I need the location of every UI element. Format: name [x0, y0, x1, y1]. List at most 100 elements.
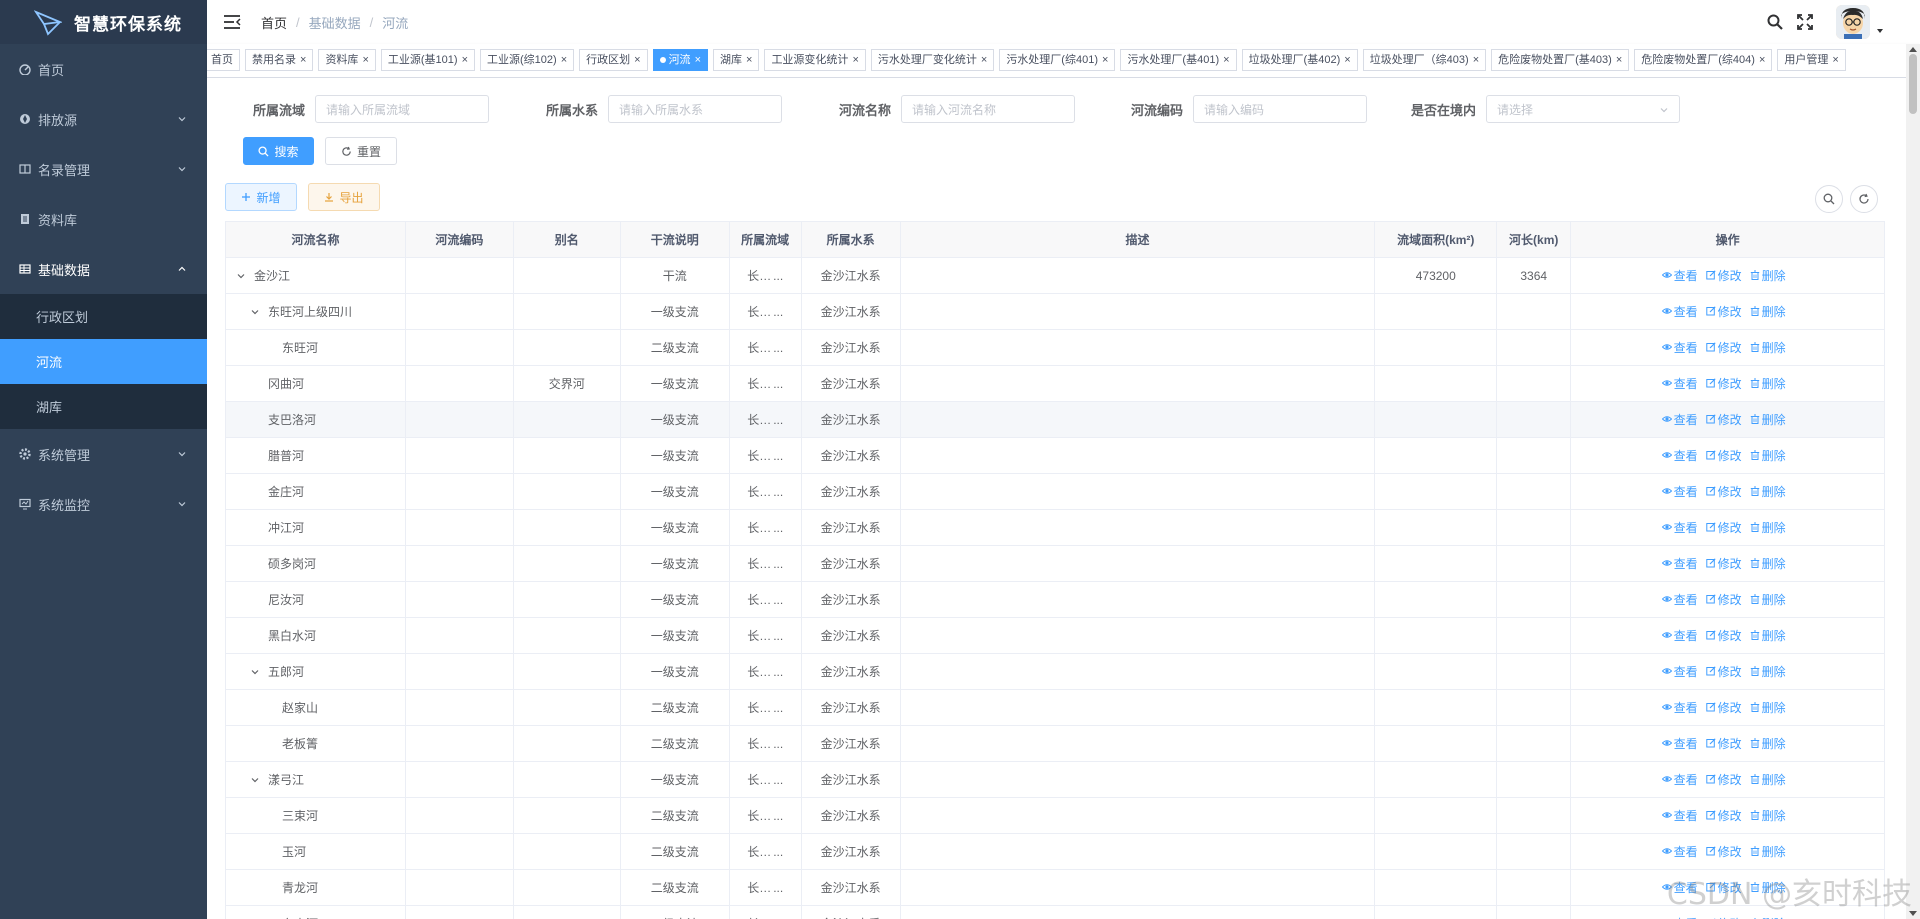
close-icon[interactable]: × — [300, 50, 306, 70]
tab-tag[interactable]: 禁用名录 × — [245, 49, 314, 71]
table-row[interactable]: 东山河 二级支流长江流域...金沙江水系查看 修改 删除 — [226, 906, 1885, 919]
edit-button[interactable]: 修改 — [1705, 843, 1742, 860]
chevron-down-icon[interactable] — [236, 271, 246, 281]
delete-button[interactable]: 删除 — [1750, 447, 1786, 464]
breadcrumb-home[interactable]: 首页 — [261, 13, 287, 32]
table-row[interactable]: 金庄河一级支流长江流域...金沙江水系查看修改删除 — [226, 474, 1885, 510]
edit-button[interactable]: 修改 — [1705, 663, 1742, 680]
table-row[interactable]: 老板箐二级支流长江流域...金沙江水系查看修改删除 — [226, 726, 1885, 762]
delete-button[interactable]: 删除 — [1750, 555, 1786, 572]
inside-select[interactable]: 请选择 — [1486, 95, 1681, 123]
edit-button[interactable]: 修改 — [1705, 447, 1742, 464]
table-row[interactable]: 青龙河二级支流长江流域...金沙江水系查看修改删除 — [226, 870, 1885, 906]
view-button[interactable]: 查看 — [1661, 807, 1698, 824]
hamburger-icon[interactable] — [223, 14, 241, 30]
tab-tag[interactable]: 工业源变化统计 × — [764, 49, 866, 71]
tab-tag[interactable]: 垃圾处理厂（综403) × — [1362, 49, 1487, 71]
delete-button[interactable]: 删除 — [1750, 771, 1786, 788]
table-row[interactable]: 黑白水河一级支流长江流域...金沙江水系查看修改删除 — [226, 618, 1885, 654]
table-row[interactable]: 硕多岗河一级支流长江流域...金沙江水系查看修改删除 — [226, 546, 1885, 582]
table-row[interactable]: 东旺河二级支流长江流域...金沙江水系查看修改删除 — [226, 330, 1885, 366]
table-row[interactable]: 东旺河上级四川一级支流长江流域...金沙江水系查看修改删除 — [226, 294, 1885, 330]
table-row[interactable]: 五郎河一级支流长江流域...金沙江水系查看修改删除 — [226, 654, 1885, 690]
view-button[interactable]: 查看 — [1661, 627, 1698, 644]
edit-button[interactable]: 修改 — [1705, 519, 1742, 536]
sidebar-item-library[interactable]: 资料库 — [0, 194, 207, 244]
tab-tag[interactable]: 垃圾处理厂(基402) × — [1241, 49, 1358, 71]
tab-tag[interactable]: 污水处理厂变化统计 × — [870, 49, 995, 71]
logo[interactable]: 智慧环保系统 — [0, 0, 207, 44]
tab-tag[interactable]: 危险废物处置厂(综404) × — [1634, 49, 1773, 71]
scrollbar-thumb[interactable] — [1909, 54, 1917, 114]
chevron-down-icon[interactable] — [250, 775, 260, 785]
sidebar-subitem-region[interactable]: 行政区划 — [0, 294, 207, 339]
table-row[interactable]: 冲江河一级支流长江流域...金沙江水系查看修改删除 — [226, 510, 1885, 546]
delete-button[interactable]: 删除 — [1750, 591, 1786, 608]
tab-tag[interactable]: 湖库 × — [713, 49, 760, 71]
sidebar-item-directory[interactable]: 名录管理 — [0, 144, 207, 194]
edit-button[interactable]: 修改 — [1705, 699, 1742, 716]
edit-button[interactable]: 修改 — [1705, 627, 1742, 644]
table-row[interactable]: 三束河二级支流长江流域...金沙江水系查看修改删除 — [226, 798, 1885, 834]
close-icon[interactable]: × — [561, 50, 567, 70]
edit-button[interactable]: 修改 — [1705, 555, 1742, 572]
scroll-up-icon[interactable] — [1909, 46, 1917, 52]
close-icon[interactable]: × — [695, 50, 701, 70]
sidebar-item-monitor[interactable]: 系统监控 — [0, 479, 207, 529]
sidebar-item-emission[interactable]: 排放源 — [0, 94, 207, 144]
delete-button[interactable]: 删除 — [1750, 267, 1786, 284]
page-scrollbar[interactable] — [1906, 44, 1920, 919]
toggle-search-button[interactable] — [1815, 185, 1843, 213]
close-icon[interactable]: × — [1344, 50, 1350, 70]
tab-tag[interactable]: 工业源(基101) × — [380, 49, 475, 71]
sidebar-subitem-river[interactable]: 河流 — [0, 339, 207, 384]
edit-button[interactable]: 修改 — [1705, 591, 1742, 608]
table-row[interactable]: 冈曲河交界河一级支流长江流域...金沙江水系查看修改删除 — [226, 366, 1885, 402]
sidebar-item-home[interactable]: 首页 — [0, 44, 207, 94]
search-icon[interactable] — [1766, 13, 1784, 31]
avatar[interactable] — [1836, 5, 1870, 39]
close-icon[interactable]: × — [362, 50, 368, 70]
edit-button[interactable]: 修改 — [1705, 267, 1742, 284]
view-button[interactable]: 查看 — [1661, 483, 1698, 500]
close-icon[interactable]: × — [1832, 50, 1838, 70]
view-button[interactable]: 查看 — [1661, 699, 1698, 716]
sidebar-subitem-lake[interactable]: 湖库 — [0, 384, 207, 429]
view-button[interactable]: 查看 — [1661, 303, 1698, 320]
chevron-down-icon[interactable] — [250, 667, 260, 677]
add-button[interactable]: 新增 — [225, 183, 297, 211]
edit-button[interactable]: 修改 — [1705, 807, 1742, 824]
view-button[interactable]: 查看 — [1661, 375, 1698, 392]
edit-button[interactable]: 修改 — [1705, 339, 1742, 356]
view-button[interactable]: 查看 — [1661, 555, 1698, 572]
reset-button[interactable]: 重置 — [325, 137, 397, 165]
view-button[interactable]: 查看 — [1661, 267, 1698, 284]
table-row[interactable]: 尼汝河一级支流长江流域...金沙江水系查看修改删除 — [226, 582, 1885, 618]
delete-button[interactable]: 删除 — [1750, 807, 1786, 824]
close-icon[interactable]: × — [634, 50, 640, 70]
delete-button[interactable]: 删除 — [1750, 303, 1786, 320]
tab-tag[interactable]: 资料库 × — [318, 49, 376, 71]
tab-tag[interactable]: 污水处理厂(基401) × — [1120, 49, 1237, 71]
close-icon[interactable]: × — [746, 50, 752, 70]
close-icon[interactable]: × — [981, 50, 987, 70]
view-button[interactable]: 查看 — [1661, 771, 1698, 788]
delete-button[interactable]: 删除 — [1750, 411, 1786, 428]
tab-tag[interactable]: 污水处理厂(综401) × — [999, 49, 1116, 71]
delete-button[interactable]: 删除 — [1750, 339, 1786, 356]
view-button[interactable]: 查看 — [1661, 339, 1698, 356]
close-icon[interactable]: × — [1102, 50, 1108, 70]
view-button[interactable]: 查看 — [1662, 915, 1698, 919]
search-button[interactable]: 搜索 — [243, 137, 314, 165]
table-row[interactable]: 支巴洛河一级支流长江流域...金沙江水系查看修改删除 — [226, 402, 1885, 438]
basin-input[interactable]: 请输入所属流域 — [315, 95, 490, 123]
table-row[interactable]: 赵家山二级支流长江流域...金沙江水系查看修改删除 — [226, 690, 1885, 726]
close-icon[interactable]: × — [1473, 50, 1479, 70]
view-button[interactable]: 查看 — [1661, 735, 1698, 752]
tab-tag[interactable]: 用户管理 × — [1777, 49, 1846, 71]
view-button[interactable]: 查看 — [1661, 843, 1698, 860]
tab-tag[interactable]: 危险废物处置厂(基403) × — [1491, 49, 1630, 71]
table-row[interactable]: 漾弓江一级支流长江流域...金沙江水系查看修改删除 — [226, 762, 1885, 798]
caret-down-icon[interactable] — [1876, 27, 1884, 35]
river-code-input[interactable]: 请输入编码 — [1193, 95, 1368, 123]
